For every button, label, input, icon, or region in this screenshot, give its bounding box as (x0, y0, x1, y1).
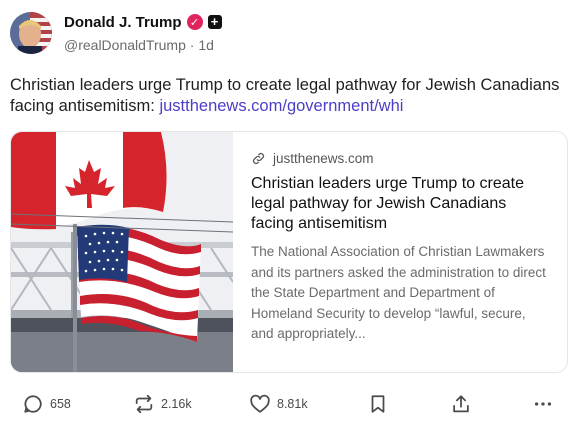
like-icon (250, 394, 270, 413)
plus-icon[interactable]: + (207, 15, 222, 29)
post-link[interactable]: justthenews.com/government/whi (159, 97, 403, 115)
verified-badge-icon: ✓ (186, 14, 203, 30)
post-text: Christian leaders urge Trump to create l… (10, 75, 565, 117)
card-body: justthenews.com Christian leaders urge T… (251, 148, 551, 345)
repost-button[interactable]: 2.16k (133, 390, 192, 418)
card-domain: justthenews.com (273, 150, 374, 166)
bookmark-button[interactable] (367, 390, 389, 418)
action-bar: 658 2.16k 8.81k (0, 390, 573, 418)
reply-button[interactable]: 658 (22, 390, 71, 418)
author-handle[interactable]: @realDonaldTrump (64, 37, 186, 53)
bookmark-icon (371, 395, 385, 413)
card-description: The National Association of Christian La… (251, 244, 546, 341)
like-button[interactable]: 8.81k (249, 390, 308, 418)
more-options-button[interactable] (532, 390, 554, 418)
author-handle-row: @realDonaldTrump · 1d (64, 37, 214, 53)
avatar[interactable] (10, 12, 52, 54)
like-count: 8.81k (277, 397, 308, 411)
link-icon (252, 152, 265, 164)
share-button[interactable] (450, 390, 472, 418)
card-title: Christian leaders urge Trump to create l… (251, 175, 525, 232)
card-image (11, 132, 233, 372)
card-domain-row: justthenews.com (251, 148, 551, 168)
repost-icon (135, 394, 153, 414)
more-icon (534, 402, 552, 406)
post-time[interactable]: 1d (198, 37, 214, 53)
repost-count: 2.16k (161, 397, 192, 411)
author-name[interactable]: Donald J. Trump (64, 14, 182, 31)
author-name-row: Donald J. Trump ✓ + (64, 12, 222, 32)
avatar-image (10, 12, 52, 54)
reply-count: 658 (50, 397, 71, 411)
handle-separator: · (189, 37, 195, 53)
reply-icon (24, 395, 42, 413)
link-preview-card[interactable]: justthenews.com Christian leaders urge T… (10, 131, 568, 373)
share-icon (453, 395, 469, 413)
